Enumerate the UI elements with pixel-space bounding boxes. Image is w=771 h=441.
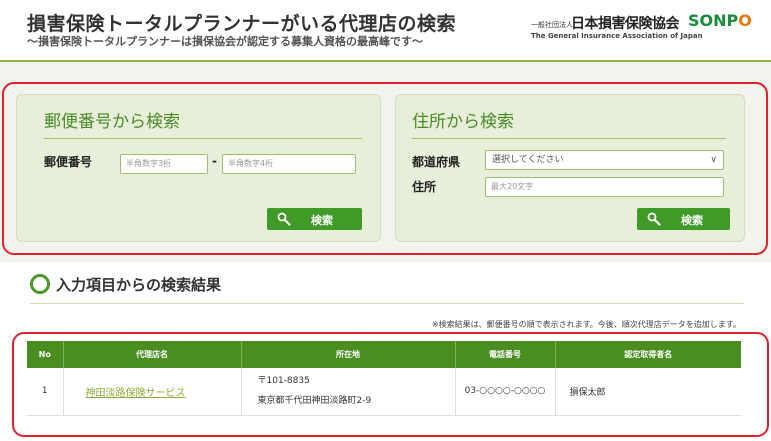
address-label: 住所 — [412, 180, 437, 194]
search-area: 郵便番号から検索 郵便番号 半角数字3桁 - 半角数字4桁 検索 住所から検索 … — [0, 62, 771, 262]
address-input[interactable]: 最大20文字 — [485, 177, 724, 197]
agency-postal-code: 〒101-8835 — [257, 376, 310, 387]
postal-search-title: 郵便番号から検索 — [44, 112, 180, 132]
column-header-address: 所在地 — [241, 341, 456, 368]
column-header-no: No — [27, 341, 64, 368]
postal-code-label: 郵便番号 — [44, 155, 93, 169]
magnifier-icon — [277, 212, 291, 226]
panel-divider — [412, 138, 726, 139]
table-row: 1 神田淡路保険サービス 〒101-8835 東京都千代田神田淡路町2-9 03-… — [27, 368, 741, 416]
prefecture-label: 都道府県 — [412, 155, 461, 169]
address-search-button[interactable]: 検索 — [637, 208, 730, 230]
address-search-title: 住所から検索 — [412, 112, 514, 132]
row-number: 1 — [27, 368, 64, 416]
circle-icon — [30, 274, 50, 294]
logo-english-text: The General Insurance Association of Jap… — [531, 32, 703, 40]
prefecture-select-value: 選択してください — [492, 155, 564, 165]
postal-code-separator: - — [212, 154, 217, 168]
column-header-tel: 電話番号 — [455, 341, 556, 368]
column-header-person: 認定取得者名 — [555, 341, 741, 368]
address-cell: 〒101-8835 東京都千代田神田淡路町2-9 — [241, 368, 456, 416]
address-search-button-label: 検索 — [681, 214, 703, 227]
chevron-down-icon: ∨ — [710, 155, 717, 165]
panel-divider — [44, 138, 362, 139]
results-note: ※検索結果は、郵便番号の順で表示されます。今後、順次代理店データを追加します。 — [431, 320, 741, 329]
logo-small-text: 一般社団法人 — [531, 21, 573, 29]
page-title: 損害保険トータルプランナーがいる代理店の検索 — [27, 13, 457, 35]
results-header-row: No 代理店名 所在地 電話番号 認定取得者名 — [27, 341, 741, 368]
postal-search-button[interactable]: 検索 — [267, 208, 362, 230]
prefecture-select[interactable]: 選択してください ∨ — [485, 150, 724, 170]
agency-address: 東京都千代田神田淡路町2-9 — [257, 396, 372, 407]
certified-person-name: 損保太郎 — [555, 368, 741, 416]
postal-code-first-input[interactable]: 半角数字3桁 — [120, 154, 208, 174]
logo-main-text: 日本損害保険協会 — [571, 16, 680, 32]
magnifier-icon — [647, 212, 661, 226]
results-title: 入力項目からの検索結果 — [56, 276, 222, 294]
results-divider — [30, 303, 744, 304]
results-table: No 代理店名 所在地 電話番号 認定取得者名 1 神田淡路保険サービス 〒10… — [27, 341, 741, 416]
phone-number: 03-○○○○-○○○○ — [455, 368, 556, 416]
address-search-panel: 住所から検索 都道府県 選択してください ∨ 住所 最大20文字 検索 — [395, 94, 745, 242]
page-header: 損害保険トータルプランナーがいる代理店の検索 〜損害保険トータルプランナーは損保… — [0, 0, 771, 60]
postal-search-panel: 郵便番号から検索 郵便番号 半角数字3桁 - 半角数字4桁 検索 — [16, 94, 381, 242]
postal-search-button-label: 検索 — [311, 214, 333, 227]
sonpo-logo-text: SONPO — [688, 11, 752, 30]
association-logo[interactable]: 一般社団法人 日本損害保険協会 SONPO The General Insura… — [531, 10, 753, 40]
agency-link[interactable]: 神田淡路保険サービス — [86, 388, 186, 399]
page-subtitle: 〜損害保険トータルプランナーは損保協会が認定する募集人資格の最高峰です〜 — [27, 35, 423, 48]
postal-code-second-input[interactable]: 半角数字4桁 — [222, 154, 356, 174]
column-header-agency: 代理店名 — [63, 341, 242, 368]
agency-cell: 神田淡路保険サービス — [63, 368, 242, 416]
